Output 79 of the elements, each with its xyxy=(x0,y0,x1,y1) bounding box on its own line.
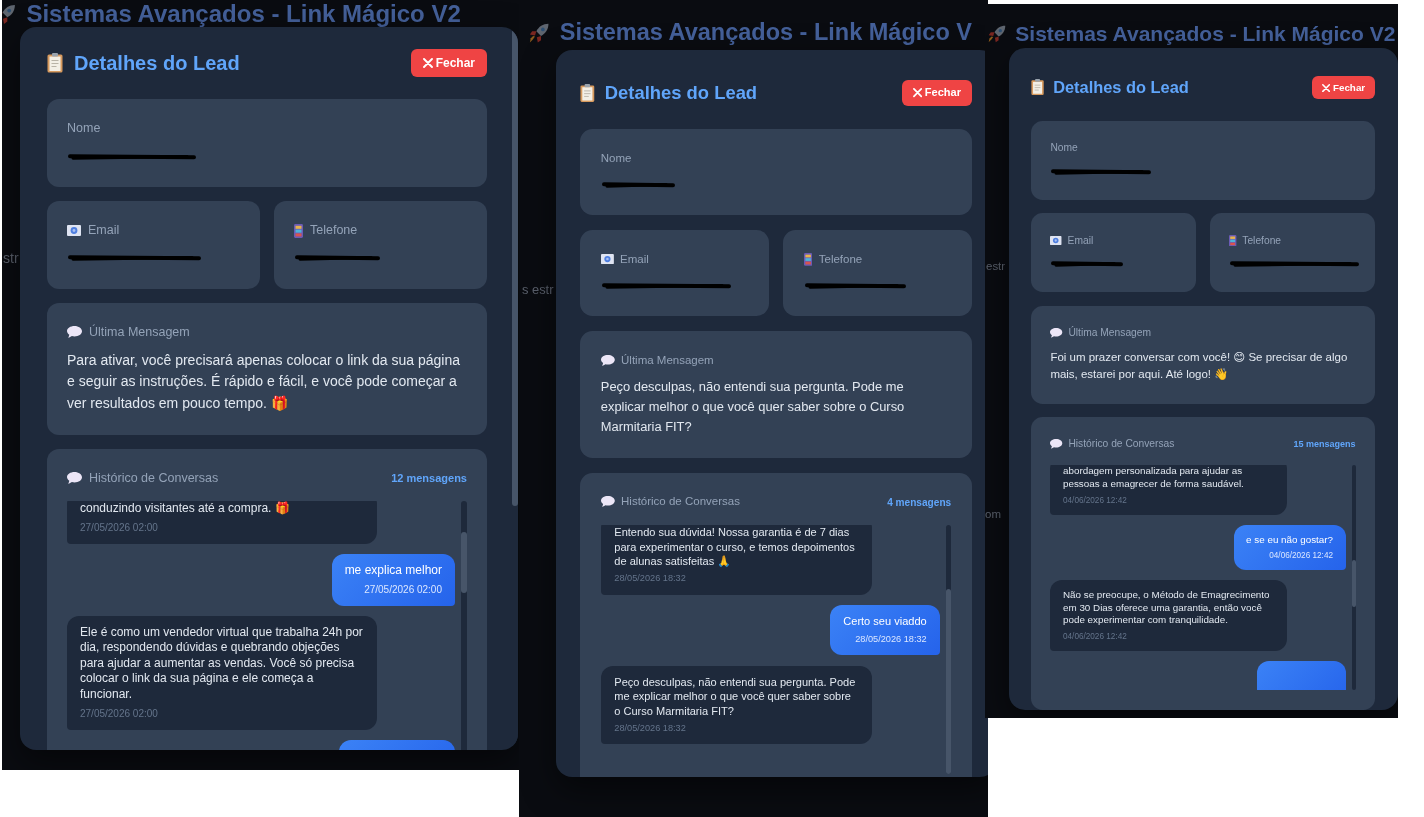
last-message-text: Para ativar, você precisará apenas colocar o link da sua página e seguir as instruções. É rápido e fácil, e você pode começar a ver resultados em pouco tempo. 🎁 xyxy=(67,350,461,413)
message-time: 04/06/2026 12:42 xyxy=(1268,550,1333,562)
page-heading: Sistemas Avançados - Link Mágico V xyxy=(559,21,972,45)
envelope-icon xyxy=(600,254,614,265)
field-label: Telefone xyxy=(818,251,863,267)
envelope-icon xyxy=(67,225,81,236)
field-label: Nome xyxy=(600,150,632,166)
speech-bubble-icon xyxy=(1050,439,1063,450)
field-label: Última Mensagem xyxy=(621,352,714,368)
close-button[interactable]: Fechar xyxy=(410,49,487,78)
close-icon xyxy=(1322,83,1331,92)
message-text: Entendo sua dúvida! Nossa garantia é de 7 dias para experimentar o curso, e temos depoimentos de alunas satisfeitas 🙏 xyxy=(614,525,856,569)
message-text: conduzindo visitantes até a compra. 🎁 xyxy=(80,501,291,518)
message-time: 28/05/2026 18:32 xyxy=(854,632,927,646)
last-message-text: Foi um prazer conversar com você! 😊 Se precisar de algo mais, estarei por aqui. Até logo! 👋 xyxy=(1050,349,1349,383)
speech-bubble-icon xyxy=(600,354,615,366)
message-time: 04/06/2026 12:42 xyxy=(1063,631,1128,643)
field-label: Última Mensagem xyxy=(89,323,190,341)
message-text: Peço desculpas, não entendi sua pergunta. Pode me explicar melhor o que você quer saber sobre o Curso Marmitaria FIT? xyxy=(614,674,857,718)
field-label: Email xyxy=(88,222,120,240)
message-time: 27/05/2026 02:00 xyxy=(80,521,159,536)
section-label: Histórico de Conversas xyxy=(1068,437,1175,452)
speech-bubble-icon xyxy=(1050,328,1063,338)
message-text: abordagem personalizada para ajudar as pessoas a emagrecer de forma saudável. xyxy=(1063,465,1245,492)
message-count: 4 mensagens xyxy=(887,496,952,508)
modal-title: Detalhes do Lead xyxy=(1053,77,1189,98)
field-label: Email xyxy=(1067,233,1094,248)
message-time: 27/05/2026 02:00 xyxy=(363,582,442,597)
speech-bubble-icon xyxy=(67,472,82,485)
close-icon xyxy=(912,88,923,98)
clipboard-icon xyxy=(47,53,63,74)
close-icon xyxy=(422,58,433,69)
scrollbar[interactable] xyxy=(461,501,467,750)
page-heading: Sistemas Avançados - Link Mágico V2 xyxy=(1015,23,1396,44)
scrollbar[interactable] xyxy=(1351,465,1356,691)
phone-icon xyxy=(804,253,813,266)
field-label: Nome xyxy=(67,120,101,138)
message-count: 12 mensagens xyxy=(391,472,467,485)
background-text: om xyxy=(985,508,1001,522)
scrollbar-thumb[interactable] xyxy=(946,589,952,775)
field-label: Última Mensagem xyxy=(1068,325,1152,341)
close-button[interactable]: Fechar xyxy=(1312,76,1375,100)
modal-title: Detalhes do Lead xyxy=(74,51,240,76)
scrollbar-thumb[interactable] xyxy=(1351,559,1356,608)
scrollbar-thumb[interactable] xyxy=(461,531,467,593)
message-count: 15 mensagens xyxy=(1293,439,1356,450)
phone-icon xyxy=(294,223,303,238)
message-text: e se eu não gostar? xyxy=(1246,533,1333,547)
message-text: me explica melhor xyxy=(344,563,442,579)
speech-bubble-icon xyxy=(600,496,615,508)
field-label: Telefone xyxy=(1242,233,1282,248)
section-label: Histórico de Conversas xyxy=(621,494,740,510)
clipboard-icon xyxy=(1031,79,1045,96)
scrollbar[interactable] xyxy=(946,525,952,775)
rocket-icon xyxy=(528,21,551,44)
envelope-icon xyxy=(1050,235,1062,245)
message-time: 28/05/2026 18:32 xyxy=(614,572,687,586)
close-button[interactable]: Fechar xyxy=(901,80,972,107)
message-time: 27/05/2026 02:00 xyxy=(80,706,159,721)
scrollbar-thumb[interactable] xyxy=(512,29,518,507)
background-text: str xyxy=(3,250,19,267)
field-label: Nome xyxy=(1050,141,1078,155)
last-message-text: Peço desculpas, não entendi sua pergunta. Pode me explicar melhor o que você quer saber sobre o Curso Marmitaria FIT? xyxy=(600,378,906,437)
speech-bubble-icon xyxy=(67,326,82,339)
background-text: estr xyxy=(986,260,1006,274)
field-label: Telefone xyxy=(310,222,358,240)
rocket-icon xyxy=(987,23,1007,44)
message-text: Ele é como um vendedor virtual que trabalha 24h por dia, respondendo dúvidas e quebrando objeções para ajudar a aumentar as vendas. Você só precisa colocar o link da sua página e ele começa a funcionar. xyxy=(80,624,364,703)
section-label: Histórico de Conversas xyxy=(89,469,219,487)
phone-icon xyxy=(1229,234,1237,247)
clipboard-icon xyxy=(580,83,595,103)
message-text: Não se preocupe, o Método de Emagrecimento em 30 Dias oferece uma garantia, então você pode experimentar com tranquilidade. xyxy=(1063,588,1271,628)
page-heading: Sistemas Avançados - Link Mágico V2 xyxy=(26,2,461,26)
modal-title: Detalhes do Lead xyxy=(604,82,758,105)
background-text: s estr xyxy=(522,282,554,298)
message-text: Certo seu viaddo xyxy=(843,614,927,629)
message-time: 28/05/2026 18:32 xyxy=(614,722,687,735)
field-label: Email xyxy=(620,251,649,267)
message-time: 04/06/2026 12:42 xyxy=(1063,494,1128,507)
